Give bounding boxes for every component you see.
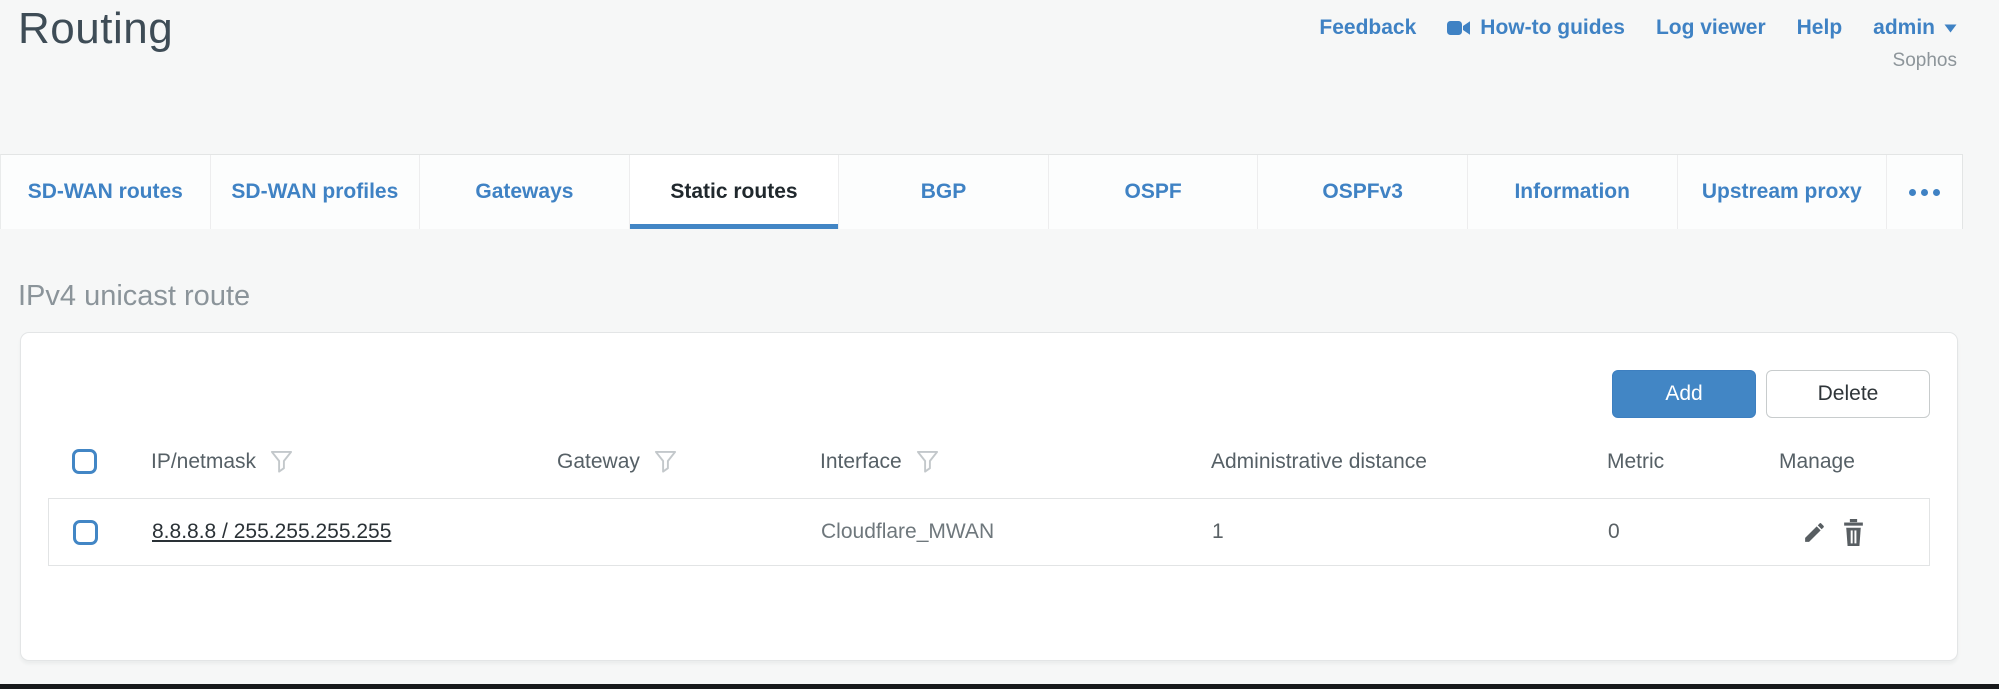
column-header-admin-distance: Administrative distance: [1211, 450, 1427, 474]
tab-label: Static routes: [670, 180, 797, 204]
feedback-label: Feedback: [1319, 16, 1416, 40]
manage-cell: [1780, 519, 1929, 546]
tab-label: Upstream proxy: [1702, 180, 1862, 204]
utility-nav: Feedback How-to guides Log viewer Help a…: [1319, 16, 1957, 40]
section-heading: IPv4 unicast route: [18, 280, 250, 313]
select-all-checkbox[interactable]: [72, 449, 97, 474]
log-viewer-link[interactable]: Log viewer: [1656, 16, 1766, 40]
edit-icon[interactable]: [1802, 520, 1827, 545]
table-actions: Add Delete: [1612, 370, 1930, 418]
routing-page: Routing Feedback How-to guides Log viewe…: [0, 0, 1999, 689]
feedback-link[interactable]: Feedback: [1319, 16, 1416, 40]
user-menu[interactable]: admin: [1873, 16, 1957, 40]
delete-button[interactable]: Delete: [1766, 370, 1930, 418]
filter-icon[interactable]: [270, 450, 293, 473]
tab-sd-wan-routes[interactable]: SD-WAN routes: [1, 155, 210, 229]
tab-label: Gateways: [475, 180, 573, 204]
tab-label: SD-WAN profiles: [231, 180, 398, 204]
help-link[interactable]: Help: [1797, 16, 1843, 40]
tab-upstream-proxy[interactable]: Upstream proxy: [1677, 155, 1887, 229]
user-menu-label: admin: [1873, 16, 1935, 40]
tab-label: OSPFv3: [1322, 180, 1403, 204]
tab-label: SD-WAN routes: [28, 180, 183, 204]
more-tabs-button[interactable]: [1886, 155, 1962, 229]
video-camera-icon: [1447, 20, 1471, 36]
tab-ospfv3[interactable]: OSPFv3: [1257, 155, 1467, 229]
column-header-metric: Metric: [1607, 450, 1664, 474]
column-header-ip-netmask: IP/netmask: [151, 450, 256, 474]
filter-icon[interactable]: [654, 450, 677, 473]
tab-static-routes[interactable]: Static routes: [629, 155, 839, 229]
add-button[interactable]: Add: [1612, 370, 1756, 418]
interface-cell: Cloudflare_MWAN: [821, 520, 1212, 544]
trash-icon[interactable]: [1841, 519, 1866, 546]
tab-bar: SD-WAN routes SD-WAN profiles Gateways S…: [0, 154, 1963, 229]
tab-information[interactable]: Information: [1467, 155, 1677, 229]
column-header-interface: Interface: [820, 450, 902, 474]
table-row: 8.8.8.8 / 255.255.255.255 Cloudflare_MWA…: [48, 498, 1930, 566]
caret-down-icon: [1944, 24, 1957, 33]
howto-guides-label: How-to guides: [1480, 16, 1625, 40]
screen-bottom-edge: [0, 684, 1999, 689]
column-header-gateway: Gateway: [557, 450, 640, 474]
log-viewer-label: Log viewer: [1656, 16, 1766, 40]
ip-netmask-link[interactable]: 8.8.8.8 / 255.255.255.255: [152, 520, 391, 543]
routes-table: IP/netmask Gateway Interface: [48, 425, 1930, 566]
howto-guides-link[interactable]: How-to guides: [1447, 16, 1625, 40]
table-header-row: IP/netmask Gateway Interface: [48, 425, 1930, 498]
brand-label: Sophos: [1893, 50, 1957, 72]
routes-card: Add Delete IP/netmask Gateway: [20, 332, 1958, 661]
metric-cell: 0: [1608, 520, 1780, 544]
tab-sd-wan-profiles[interactable]: SD-WAN profiles: [210, 155, 420, 229]
tab-label: OSPF: [1125, 180, 1182, 204]
help-label: Help: [1797, 16, 1843, 40]
admin-distance-cell: 1: [1212, 520, 1608, 544]
tab-label: Information: [1514, 180, 1630, 204]
tab-gateways[interactable]: Gateways: [419, 155, 629, 229]
page-title: Routing: [18, 4, 173, 54]
more-tabs-icon: [1909, 189, 1940, 196]
tab-bgp[interactable]: BGP: [838, 155, 1048, 229]
row-checkbox[interactable]: [73, 520, 98, 545]
tab-ospf[interactable]: OSPF: [1048, 155, 1258, 229]
tab-label: BGP: [921, 180, 967, 204]
filter-icon[interactable]: [916, 450, 939, 473]
column-header-manage: Manage: [1779, 450, 1855, 474]
